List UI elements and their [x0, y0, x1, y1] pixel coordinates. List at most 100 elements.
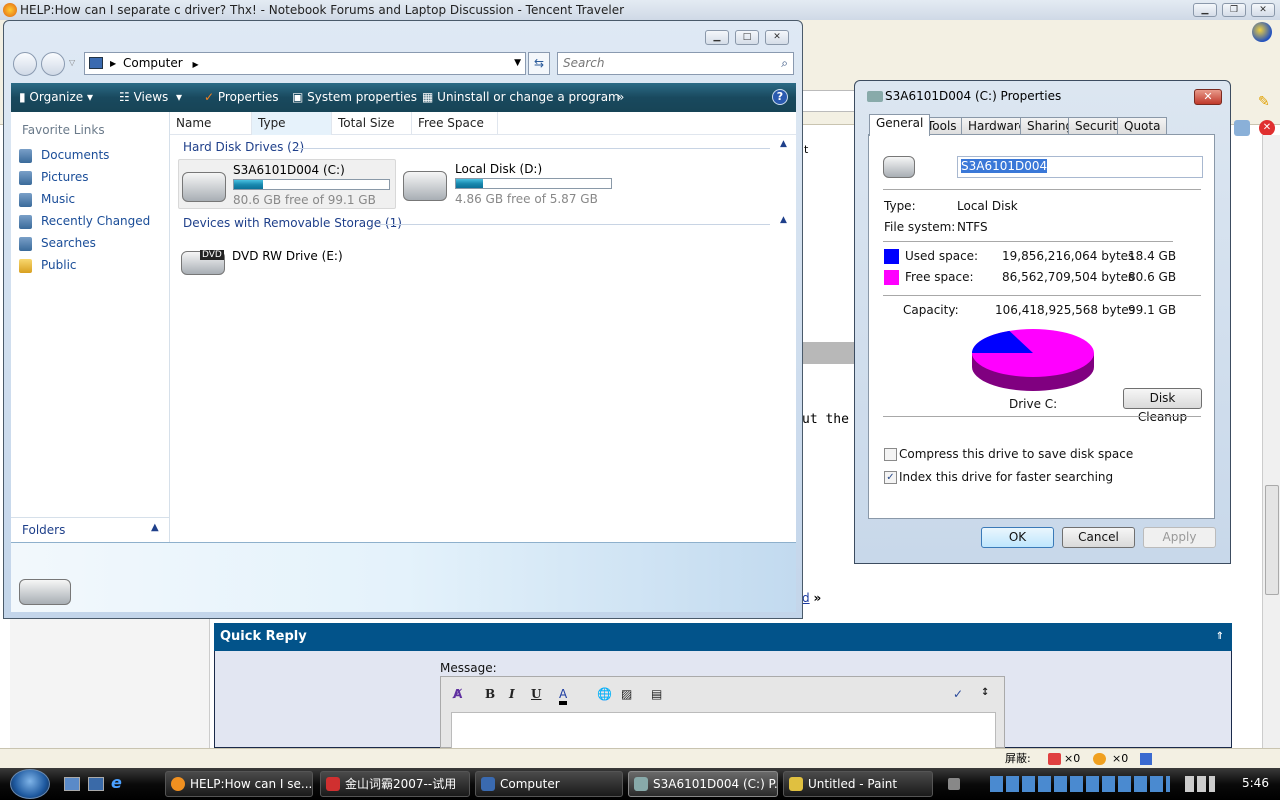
views-button[interactable]: ☷ Views ▾ [119, 90, 182, 104]
browser-close-button[interactable]: ✕ [1251, 3, 1275, 17]
drive-c-item[interactable]: S3A6101D004 (C:) 80.6 GB free of 99.1 GB [178, 159, 396, 209]
dialog-close-button[interactable]: ✕ [1194, 89, 1222, 105]
organize-button[interactable]: ▮ Organize ▾ [19, 90, 93, 104]
insert-link-icon[interactable]: 🌐 [597, 687, 612, 701]
edit-icon[interactable]: ✎ [1258, 94, 1270, 110]
column-name[interactable]: Name [170, 112, 252, 135]
documents-icon [19, 149, 32, 163]
system-properties-button[interactable]: ▣ System properties [292, 90, 417, 104]
popup-block-icon[interactable] [1048, 753, 1061, 765]
italic-button[interactable]: I [509, 687, 515, 701]
group-removable-storage[interactable]: Devices with Removable Storage (1) [183, 216, 402, 230]
show-desktop-icon[interactable] [64, 777, 80, 791]
volume-label-value: S3A6101D004 [961, 159, 1048, 173]
fav-music[interactable]: Music [19, 192, 76, 207]
browser-minimize-button[interactable]: ▁ [1193, 3, 1217, 17]
capacity-bytes: 106,418,925,568 bytes [995, 303, 1135, 317]
index-checkbox[interactable]: ✓ [884, 471, 897, 484]
cancel-button[interactable]: Cancel [1062, 527, 1135, 548]
keyboard-icon[interactable] [948, 778, 960, 790]
group-divider [295, 148, 770, 149]
fav-recently-changed[interactable]: Recently Changed [19, 214, 150, 229]
explorer-maximize-button[interactable]: □ [735, 30, 759, 45]
tab-general[interactable]: General [869, 114, 931, 136]
compress-label[interactable]: Compress this drive to save disk space [899, 447, 1133, 461]
start-button[interactable] [10, 769, 50, 799]
drive-c-usage-bar [233, 179, 390, 190]
group-hard-disk-drives[interactable]: Hard Disk Drives (2) [183, 140, 304, 154]
browser-brand-icon[interactable] [1252, 22, 1272, 42]
forum-link[interactable]: d » [802, 591, 821, 605]
drive-d-item[interactable]: Local Disk (D:) 4.86 GB free of 5.87 GB [400, 159, 618, 209]
blocked-count-1: ×0 [1064, 752, 1081, 765]
remove-format-icon[interactable]: A̸ [453, 687, 462, 701]
address-dropdown-icon[interactable]: ▼ [514, 53, 521, 74]
scroll-thumb[interactable] [1265, 485, 1279, 595]
quote-icon[interactable]: ▤ [651, 687, 662, 701]
status-icon[interactable] [1140, 753, 1152, 765]
apply-button[interactable]: Apply [1143, 527, 1216, 548]
search-input[interactable]: Search ⌕ [557, 52, 794, 75]
task-dictionary[interactable]: 金山词霸2007--试用 [320, 771, 470, 797]
fav-searches[interactable]: Searches [19, 236, 96, 251]
task-browser[interactable]: HELP:How can I se... [165, 771, 313, 797]
insert-image-icon[interactable]: ▨ [621, 687, 632, 701]
column-type[interactable]: Type [252, 112, 332, 135]
underline-button[interactable]: U [531, 687, 541, 701]
paint-icon [789, 777, 803, 791]
bold-button[interactable]: B [485, 687, 495, 701]
close-tab-icon[interactable]: ✕ [1259, 120, 1275, 136]
collapse-group-icon[interactable]: ▲ [780, 215, 787, 225]
spellcheck-icon[interactable]: ✓ [953, 687, 963, 701]
fav-public[interactable]: Public [19, 258, 77, 273]
help-icon[interactable]: ? [772, 89, 788, 105]
drive-caption: Drive C: [1009, 397, 1058, 411]
history-dropdown-icon[interactable]: ▽ [69, 58, 75, 67]
uninstall-program-button[interactable]: ▦ Uninstall or change a program [422, 90, 620, 104]
breadcrumb-computer[interactable]: Computer [123, 56, 183, 70]
dvd-drive-item[interactable]: DVD DVD RW Drive (E:) [178, 237, 378, 287]
folders-toggle[interactable]: Folders ▲ [11, 517, 169, 542]
explorer-close-button[interactable]: ✕ [765, 30, 789, 45]
forward-button[interactable] [41, 52, 65, 76]
text-color-button[interactable]: A [559, 687, 568, 705]
tab-quota[interactable]: Quota [1117, 117, 1168, 135]
fav-pictures[interactable]: Pictures [19, 170, 89, 185]
task-paint[interactable]: Untitled - Paint [783, 771, 933, 797]
properties-button[interactable]: ✓ Properties [204, 90, 279, 104]
switch-windows-icon[interactable] [88, 777, 104, 791]
tray-icons[interactable] [990, 776, 1170, 792]
back-button[interactable] [13, 52, 37, 76]
system-status-icons[interactable] [1185, 776, 1215, 792]
task-computer[interactable]: Computer [475, 771, 623, 797]
compress-checkbox[interactable] [884, 448, 897, 461]
index-label[interactable]: Index this drive for faster searching [899, 470, 1113, 484]
task-properties[interactable]: S3A6101D004 (C:) P... [628, 771, 778, 797]
fav-documents[interactable]: Documents [19, 148, 109, 163]
folder-icon [19, 259, 32, 273]
clock[interactable]: 5:46 [1242, 776, 1269, 790]
more-commands-button[interactable]: » [617, 90, 624, 104]
volume-label-input[interactable]: S3A6101D004 [957, 156, 1203, 178]
forum-link-text[interactable]: d [802, 591, 810, 605]
browser-restore-button[interactable]: ❐ [1222, 3, 1246, 17]
collapse-icon[interactable]: ⇑ [1216, 623, 1224, 651]
column-free-space[interactable]: Free Space [412, 112, 498, 135]
fav-label: Music [41, 192, 76, 206]
explorer-minimize-button[interactable]: ▁ [705, 30, 729, 45]
refresh-button[interactable]: ⇆ [528, 52, 550, 75]
resize-icon[interactable]: ↕ [981, 687, 989, 698]
drive-large-icon [19, 579, 71, 605]
address-bar[interactable]: ▶ Computer ▶ ▼ [84, 52, 526, 75]
pin-icon[interactable] [1234, 120, 1250, 136]
ok-button[interactable]: OK [981, 527, 1054, 548]
column-total-size[interactable]: Total Size [332, 112, 412, 135]
ie-icon[interactable]: e [111, 773, 122, 792]
breadcrumb-chevron-icon[interactable]: ▶ [192, 60, 198, 69]
browser-scrollbar[interactable] [1262, 135, 1280, 748]
search-icon[interactable]: ⌕ [781, 53, 788, 74]
disk-cleanup-button[interactable]: Disk Cleanup [1123, 388, 1202, 424]
collapse-group-icon[interactable]: ▲ [780, 139, 787, 149]
message-textarea[interactable] [451, 712, 996, 752]
ad-block-icon[interactable] [1093, 753, 1106, 765]
